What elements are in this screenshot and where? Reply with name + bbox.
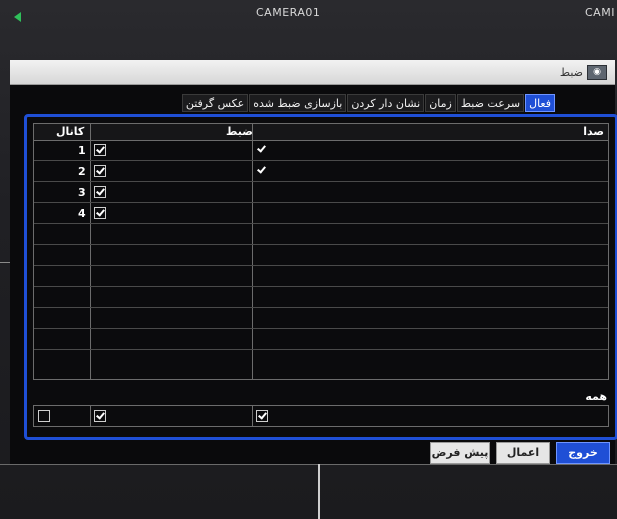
- select-all-row: [33, 405, 609, 427]
- channel-number: 2: [78, 165, 86, 178]
- exit-button[interactable]: خروج: [556, 442, 610, 464]
- tab-playback[interactable]: بازسازی ضبط شده: [249, 94, 347, 112]
- camera-title-1: CAMERA01: [256, 6, 321, 19]
- audio-checkbox[interactable]: [256, 165, 266, 175]
- tab-schedule[interactable]: زمان: [425, 94, 456, 112]
- select-all-channel-checkbox[interactable]: [38, 410, 50, 422]
- record-checkbox[interactable]: [94, 165, 106, 177]
- record-checkbox[interactable]: [94, 207, 106, 219]
- record-dialog: ضبط ◉ فعال سرعت ضبط زمان نشان دار کردن ب…: [10, 60, 617, 464]
- camera-divider: [318, 464, 320, 519]
- channel-table: کانال ضبط صدا 1 2 3 4: [33, 123, 609, 380]
- camera-title-2: CAMI: [585, 6, 615, 19]
- record-icon: ◉: [587, 65, 607, 80]
- column-divider: [90, 124, 91, 379]
- tab-record-speed[interactable]: سرعت ضبط: [456, 94, 525, 112]
- row-divider: [34, 223, 608, 224]
- header-record: ضبط: [226, 125, 253, 138]
- row-divider: [34, 160, 608, 161]
- tab-enable[interactable]: فعال: [525, 94, 555, 112]
- record-checkbox[interactable]: [94, 186, 106, 198]
- select-all-record-checkbox[interactable]: [94, 410, 106, 422]
- channel-number: 1: [78, 144, 86, 157]
- apply-button[interactable]: اعمال: [496, 442, 550, 464]
- default-button[interactable]: پیش فرض: [430, 442, 490, 464]
- settings-panel: کانال ضبط صدا 1 2 3 4 همه: [24, 114, 617, 440]
- header-channel: کانال: [56, 125, 85, 138]
- column-divider: [252, 124, 253, 379]
- speaker-icon: [14, 12, 21, 22]
- dialog-titlebar: ضبط ◉: [10, 60, 615, 85]
- row-divider: [34, 181, 608, 182]
- channel-number: 4: [78, 207, 86, 220]
- row-divider: [34, 328, 608, 329]
- camera-divider: [0, 464, 617, 465]
- record-checkbox[interactable]: [94, 144, 106, 156]
- tab-watermark[interactable]: نشان دار کردن: [347, 94, 425, 112]
- column-divider: [252, 406, 253, 426]
- row-divider: [34, 286, 608, 287]
- channel-number: 3: [78, 186, 86, 199]
- all-label: همه: [585, 390, 607, 403]
- column-divider: [90, 406, 91, 426]
- select-all-audio-checkbox[interactable]: [256, 410, 268, 422]
- header-audio: صدا: [583, 125, 604, 138]
- tab-snapshot[interactable]: عکس گرفتن: [181, 94, 249, 112]
- table-header: کانال ضبط صدا: [34, 124, 608, 141]
- tab-bar: فعال سرعت ضبط زمان نشان دار کردن بازسازی…: [181, 94, 555, 112]
- row-divider: [34, 202, 608, 203]
- row-divider: [34, 265, 608, 266]
- row-divider: [34, 349, 608, 350]
- audio-checkbox[interactable]: [256, 144, 266, 154]
- row-divider: [34, 307, 608, 308]
- dialog-title: ضبط: [559, 66, 583, 79]
- row-divider: [34, 244, 608, 245]
